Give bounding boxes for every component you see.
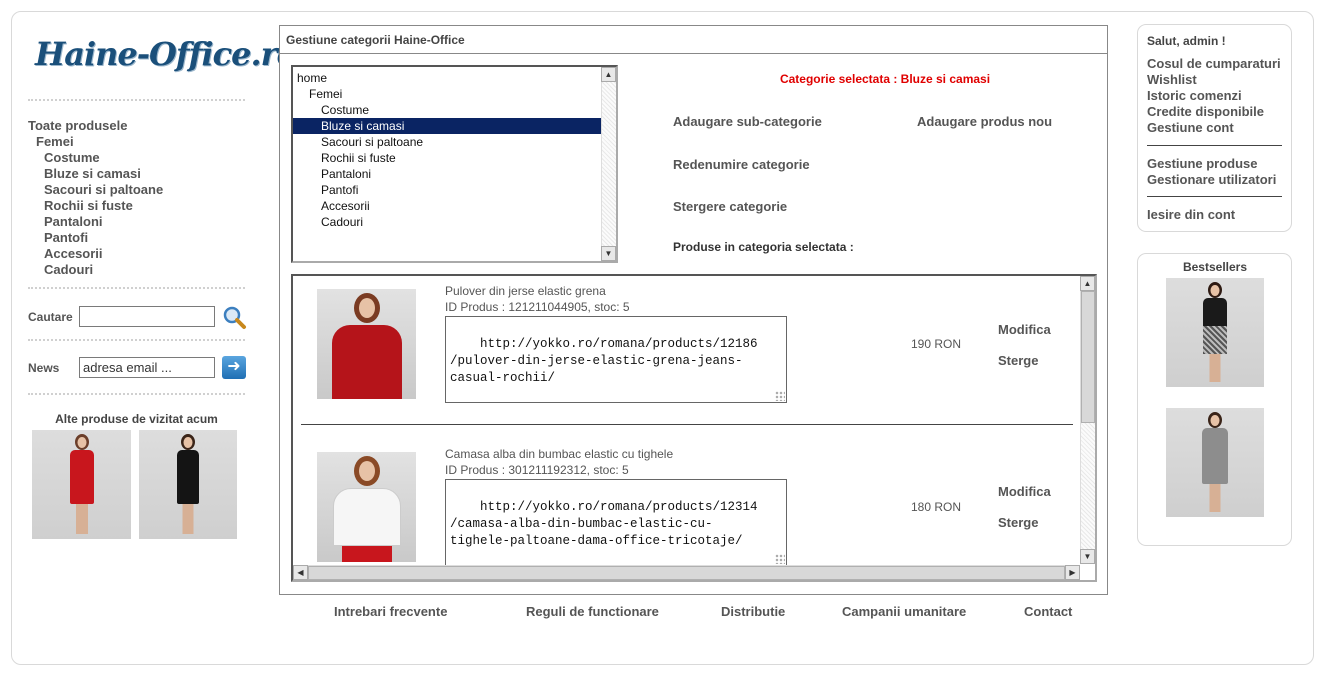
edit-product-button[interactable]: Modifica (998, 322, 1051, 337)
delete-category-button[interactable]: Stergere categorie (673, 199, 787, 214)
bestsellers-title: Bestsellers (1182, 260, 1248, 274)
product-url-textarea[interactable]: http://yokko.ro/romana/products/12186 /p… (445, 316, 787, 403)
tree-item-cadouri[interactable]: Cadouri (321, 214, 363, 230)
product-name: Pulover din jerse elastic grena (445, 284, 606, 298)
nav-costume[interactable]: Costume (44, 150, 100, 165)
site-logo[interactable]: Haine-Office.ro (35, 35, 298, 73)
add-product-button[interactable]: Adaugare produs nou (917, 114, 1052, 129)
divider (28, 339, 245, 341)
product-list-vscrollbar[interactable]: ▲ ▼ (1080, 276, 1095, 564)
nav-sacouri-si-paltoane[interactable]: Sacouri si paltoane (44, 182, 163, 197)
product-image[interactable] (317, 289, 416, 399)
logout-link[interactable]: Iesire din cont (1147, 207, 1235, 222)
scroll-thumb[interactable] (308, 566, 1065, 580)
order-history-link[interactable]: Istoric comenzi (1147, 88, 1242, 103)
tree-item-sacouri-si-paltoane[interactable]: Sacouri si paltoane (321, 134, 423, 150)
product-id: ID Produs : 301211192312, stoc: 5 (445, 463, 629, 477)
tree-item-bluze-si-camasi[interactable]: Bluze si camasi (293, 118, 601, 134)
scroll-right-icon[interactable]: ▶ (1065, 565, 1080, 580)
divider (1147, 145, 1282, 146)
edit-product-button[interactable]: Modifica (998, 484, 1051, 499)
product-thumbnail[interactable] (139, 430, 237, 539)
nav-pantaloni[interactable]: Pantaloni (44, 214, 103, 229)
product-url: http://yokko.ro/romana/products/12314 /c… (450, 500, 758, 548)
footer-faq-link[interactable]: Intrebari frecvente (334, 604, 447, 619)
resize-grip-icon[interactable] (775, 391, 785, 401)
product-id: ID Produs : 121211044905, stoc: 5 (445, 300, 630, 314)
wishlist-link[interactable]: Wishlist (1147, 72, 1197, 87)
product-image[interactable] (317, 452, 416, 562)
product-list-hscrollbar[interactable]: ◀ ▶ (293, 565, 1080, 580)
manage-products-link[interactable]: Gestiune produse (1147, 156, 1258, 171)
footer-contact-link[interactable]: Contact (1024, 604, 1072, 619)
scroll-up-icon[interactable]: ▲ (601, 67, 616, 82)
bestseller-image[interactable] (1166, 408, 1264, 517)
nav-femei[interactable]: Femei (36, 134, 74, 149)
product-price: 190 RON (911, 337, 962, 351)
tree-item-home[interactable]: home (297, 70, 327, 86)
search-input[interactable] (79, 306, 215, 327)
tree-item-femei[interactable]: Femei (309, 86, 342, 102)
nav-rochii-si-fuste[interactable]: Rochii si fuste (44, 198, 133, 213)
bestseller-image[interactable] (1166, 278, 1264, 387)
tree-item-pantofi[interactable]: Pantofi (321, 182, 358, 198)
product-url-textarea[interactable]: http://yokko.ro/romana/products/12314 /c… (445, 479, 787, 566)
scroll-down-icon[interactable]: ▼ (1080, 549, 1095, 564)
product-thumbnail[interactable] (32, 430, 131, 539)
nav-pantofi[interactable]: Pantofi (44, 230, 88, 245)
product-list[interactable]: Pulover din jerse elastic grena ID Produ… (291, 274, 1097, 582)
search-icon[interactable] (222, 305, 247, 330)
nav-bluze-si-camasi[interactable]: Bluze si camasi (44, 166, 141, 181)
divider (1147, 196, 1282, 197)
credits-link[interactable]: Credite disponibile (1147, 104, 1264, 119)
selected-category-label: Categorie selectata : Bluze si camasi (779, 72, 991, 86)
arrow-right-icon[interactable]: ➜ (222, 356, 246, 379)
news-label: News (28, 361, 60, 375)
divider (28, 99, 245, 101)
resize-grip-icon[interactable] (775, 554, 785, 564)
divider (28, 287, 245, 289)
footer-campaigns-link[interactable]: Campanii umanitare (842, 604, 966, 619)
product-name: Camasa alba din bumbac elastic cu tighel… (445, 447, 674, 461)
delete-product-button[interactable]: Sterge (998, 353, 1038, 368)
add-subcategory-button[interactable]: Adaugare sub-categorie (673, 114, 822, 129)
panel-title: Gestiune categorii Haine-Office (280, 26, 1107, 54)
tree-item-pantaloni[interactable]: Pantaloni (321, 166, 371, 182)
scroll-up-icon[interactable]: ▲ (1080, 276, 1095, 291)
nav-cadouri[interactable]: Cadouri (44, 262, 93, 277)
scroll-down-icon[interactable]: ▼ (601, 246, 616, 261)
tree-scrollbar[interactable]: ▲ ▼ (601, 67, 616, 261)
newsletter-email-input[interactable] (79, 357, 215, 378)
nav-accesorii[interactable]: Accesorii (44, 246, 103, 261)
product-separator (301, 424, 1073, 425)
greeting: Salut, admin ! (1147, 34, 1226, 48)
footer-rules-link[interactable]: Reguli de functionare (526, 604, 659, 619)
tree-item-accesorii[interactable]: Accesorii (321, 198, 370, 214)
delete-product-button[interactable]: Sterge (998, 515, 1038, 530)
product-url: http://yokko.ro/romana/products/12186 /p… (450, 337, 758, 385)
nav-all-products[interactable]: Toate produsele (28, 118, 127, 133)
products-in-category-label: Produse in categoria selectata : (673, 240, 854, 254)
tree-item-costume[interactable]: Costume (321, 102, 369, 118)
footer-distribution-link[interactable]: Distributie (721, 604, 785, 619)
scroll-thumb[interactable] (1081, 291, 1095, 423)
product-price: 180 RON (911, 500, 962, 514)
scroll-left-icon[interactable]: ◀ (293, 565, 308, 580)
divider (28, 393, 245, 395)
tree-item-rochii-si-fuste[interactable]: Rochii si fuste (321, 150, 396, 166)
rename-category-button[interactable]: Redenumire categorie (673, 157, 810, 172)
other-products-title: Alte produse de vizitat acum (55, 412, 218, 426)
category-tree[interactable]: home Femei Costume Bluze si camasi Sacou… (291, 65, 618, 263)
manage-users-link[interactable]: Gestionare utilizatori (1147, 172, 1276, 187)
account-settings-link[interactable]: Gestiune cont (1147, 120, 1234, 135)
cart-link[interactable]: Cosul de cumparaturi (1147, 56, 1281, 71)
search-label: Cautare (28, 310, 73, 324)
